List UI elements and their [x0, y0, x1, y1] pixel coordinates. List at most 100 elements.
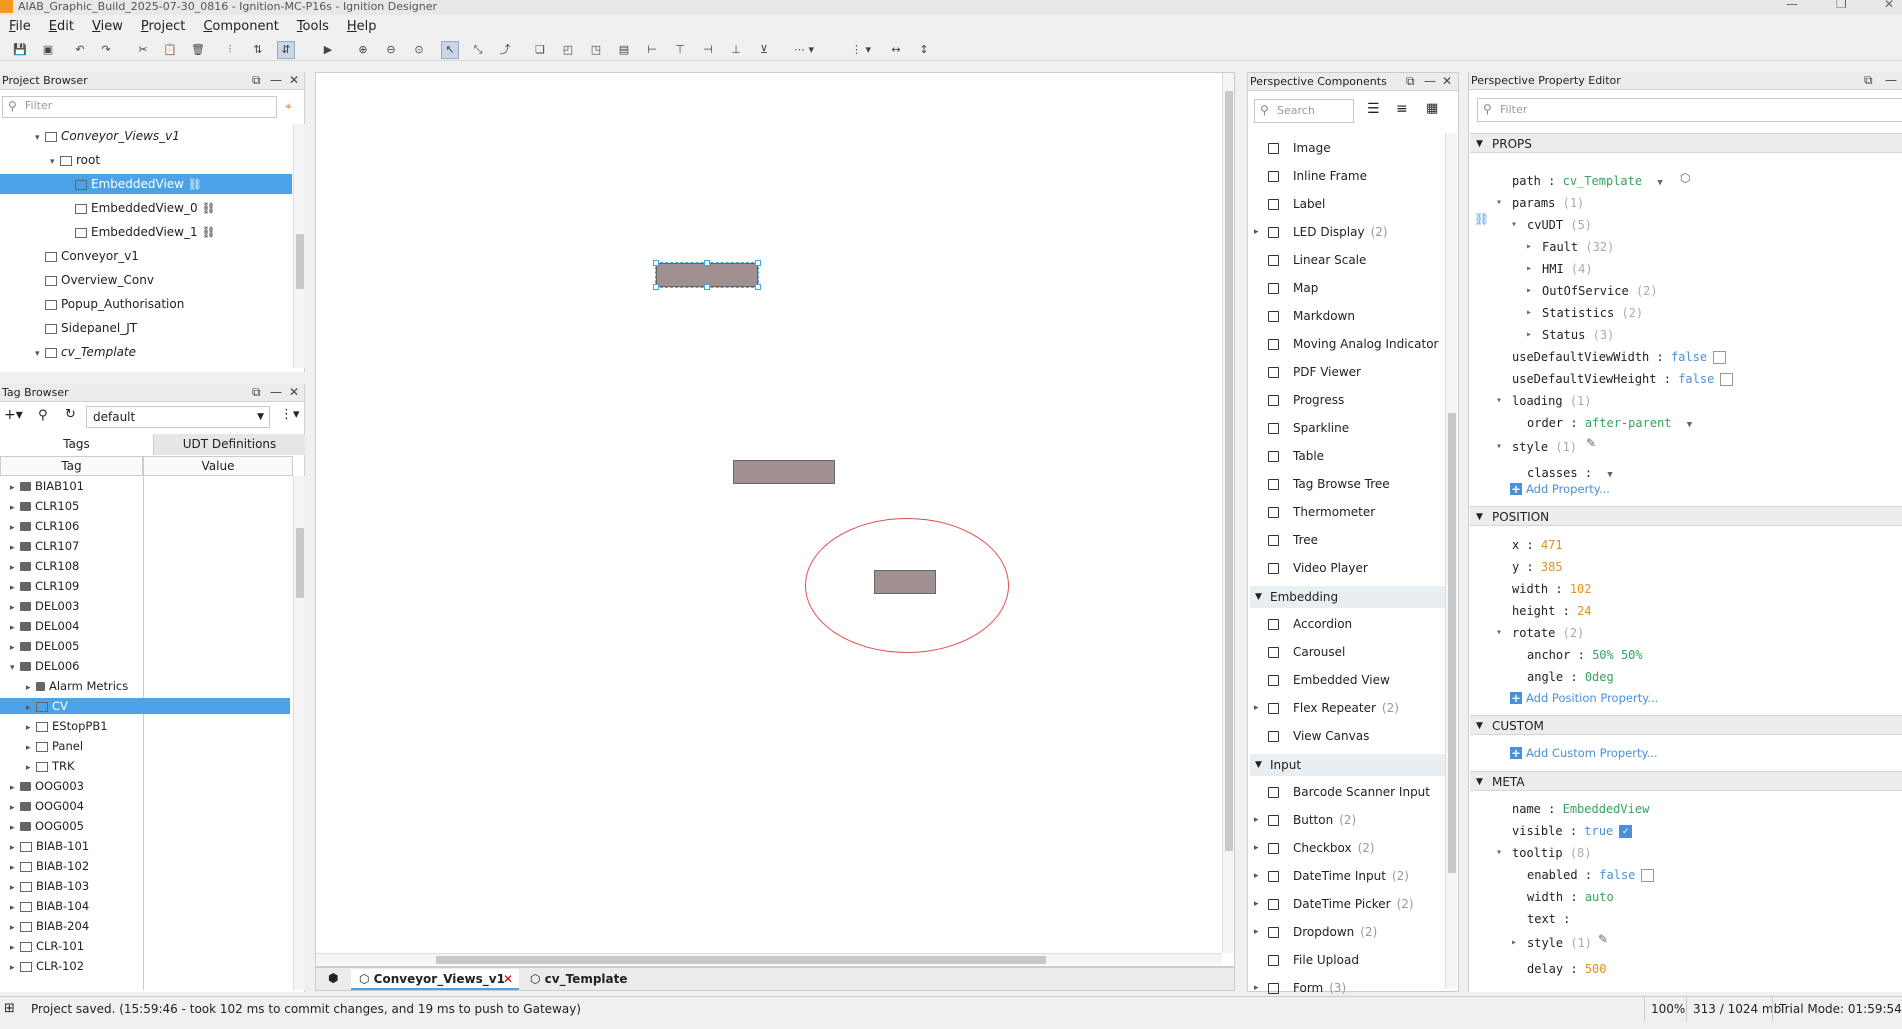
project-filter-input[interactable]: Filter — [2, 96, 277, 118]
chevron-right-icon[interactable]: ▸ — [10, 820, 20, 836]
align-bottom-icon[interactable]: ⊻ — [756, 42, 772, 58]
redo-icon[interactable]: ↷ — [98, 42, 114, 58]
tab-udt-definitions[interactable]: UDT Definitions — [153, 434, 305, 455]
component-search-input[interactable]: Search — [1254, 99, 1354, 123]
group-icon[interactable]: ▤ — [616, 42, 632, 58]
property-row[interactable]: path : cv_Template ▼ — [1512, 172, 1663, 190]
menu-help[interactable]: Help — [338, 19, 386, 34]
tag-row[interactable]: ▸ BIAB-101 — [0, 838, 290, 854]
component-item[interactable]: ▸ DateTime Picker (2) — [1250, 893, 1445, 916]
component-item[interactable]: Map — [1250, 277, 1445, 300]
property-row[interactable]: ▾ cvUDT (5) — [1511, 216, 1592, 234]
tag-row[interactable]: ▸ Panel — [0, 738, 290, 754]
chevron-down-icon[interactable]: ▾ — [35, 128, 45, 148]
component-item[interactable]: File Upload — [1250, 949, 1445, 972]
tag-row[interactable]: ▸ BIAB-104 — [0, 898, 290, 914]
project-tree-item[interactable]: Overview_Conv — [0, 270, 292, 290]
chevron-right-icon[interactable]: ▸ — [10, 780, 20, 796]
add-property-link[interactable]: Add Property... — [1510, 482, 1610, 496]
property-value[interactable]: cv_Template — [1563, 174, 1642, 188]
tag-row[interactable]: ▸ CLR108 — [0, 558, 290, 574]
property-row[interactable]: text : — [1527, 910, 1570, 928]
component-item[interactable]: Table — [1250, 445, 1445, 468]
chevron-right-icon[interactable]: ▸ — [10, 860, 20, 876]
property-row[interactable]: height : 24 — [1512, 602, 1592, 620]
section-custom[interactable]: ▼ CUSTOM — [1470, 715, 1902, 735]
add-custom-property-link[interactable]: Add Custom Property... — [1510, 746, 1658, 760]
component-item[interactable]: Progress — [1250, 389, 1445, 412]
property-value[interactable]: 471 — [1541, 538, 1563, 552]
chevron-right-icon[interactable]: ▸ — [10, 580, 20, 596]
cut-icon[interactable]: ✂ — [135, 42, 151, 58]
chevron-right-icon[interactable]: ▸ — [1526, 326, 1532, 344]
property-row[interactable]: ▸ Statistics (2) — [1526, 304, 1643, 322]
chevron-right-icon[interactable]: ▸ — [1511, 934, 1517, 952]
chevron-right-icon[interactable]: ▸ — [26, 740, 36, 756]
chevron-down-icon[interactable]: ▼ — [1687, 420, 1692, 430]
section-position[interactable]: ▼ POSITION — [1470, 506, 1902, 526]
delete-icon[interactable]: 🗑 — [190, 42, 206, 58]
grid-menu-icon[interactable]: ⊞ — [4, 997, 15, 1021]
property-row[interactable]: name : EmbeddedView — [1512, 800, 1649, 818]
width-icon[interactable]: ↔ — [888, 42, 904, 58]
layer-icon[interactable]: ❏ — [532, 42, 548, 58]
chevron-right-icon[interactable]: ▸ — [10, 520, 20, 536]
align-left-icon[interactable]: ⊢ — [644, 42, 660, 58]
float-icon[interactable]: ⧉ — [1864, 72, 1873, 89]
component-item[interactable]: Accordion — [1250, 613, 1445, 636]
tag-row[interactable]: ▸ CLR107 — [0, 538, 290, 554]
component-item[interactable]: ▸ LED Display (2) — [1250, 221, 1445, 244]
save-all-icon[interactable]: ▣ — [40, 42, 56, 58]
property-row[interactable]: useDefaultViewHeight : false — [1512, 370, 1734, 388]
tag-scrollbar[interactable] — [293, 476, 305, 990]
component-item[interactable]: Video Player — [1250, 557, 1445, 580]
menu-component[interactable]: Component — [194, 19, 287, 34]
property-value[interactable]: true — [1584, 824, 1613, 838]
chevron-right-icon[interactable]: ▸ — [26, 760, 36, 776]
property-value[interactable]: after-parent — [1585, 416, 1672, 430]
checkbox[interactable]: ✓ — [1619, 825, 1633, 838]
chevron-right-icon[interactable]: ▸ — [26, 680, 36, 696]
chevron-down-icon[interactable]: ▾ — [1511, 216, 1517, 234]
zoom-in-icon[interactable]: ⊕ — [355, 42, 371, 58]
property-row[interactable]: ▾ rotate (2) — [1496, 624, 1584, 642]
minimize-icon[interactable]: — — [1786, 0, 1798, 11]
property-value[interactable]: EmbeddedView — [1563, 802, 1650, 816]
tooltip-style-brush-icon[interactable]: ✎ — [1598, 932, 1608, 946]
tag-row[interactable]: ▸ BIAB-102 — [0, 858, 290, 874]
distribute-h-icon[interactable]: ⋯ ▾ — [784, 42, 824, 58]
play-icon[interactable]: ▶ — [320, 42, 336, 58]
close-panel-icon[interactable]: ✕ — [1442, 73, 1452, 90]
component-item[interactable]: Tag Browse Tree — [1250, 473, 1445, 496]
tag-row[interactable]: ▸ CLR105 — [0, 498, 290, 514]
chevron-right-icon[interactable]: ▸ — [10, 920, 20, 936]
component-item[interactable]: PDF Viewer — [1250, 361, 1445, 384]
paste-icon[interactable]: 📋 — [162, 42, 178, 58]
checkbox[interactable] — [1641, 869, 1655, 882]
property-row[interactable]: y : 385 — [1512, 558, 1563, 576]
embedded-view-selected[interactable] — [653, 260, 761, 290]
property-row[interactable]: angle : 0deg — [1527, 668, 1614, 686]
binding-link-icon[interactable]: ⛓ — [1474, 212, 1489, 226]
tag-row[interactable]: ▸ CLR109 — [0, 578, 290, 594]
project-tree-item[interactable]: EmbeddedView_1 ⛓ — [0, 222, 292, 242]
tag-row[interactable]: ▸ OOG003 — [0, 778, 290, 794]
canvas-v-scrollbar[interactable] — [1222, 73, 1234, 953]
send-back-icon[interactable]: ◳ — [588, 42, 604, 58]
chevron-right-icon[interactable]: ▸ — [1254, 921, 1259, 944]
close-panel-icon[interactable]: ✕ — [289, 72, 299, 89]
chevron-right-icon[interactable]: ▸ — [10, 620, 20, 636]
save-icon[interactable]: 💾 — [12, 42, 28, 58]
chevron-right-icon[interactable]: ▸ — [10, 560, 20, 576]
property-value[interactable]: 24 — [1577, 604, 1591, 618]
menu-project[interactable]: Project — [132, 19, 195, 34]
tab-tags[interactable]: Tags — [0, 434, 153, 455]
embedded-view-0[interactable] — [733, 460, 835, 484]
add-position-property-link[interactable]: Add Position Property... — [1510, 691, 1658, 705]
refresh-icon[interactable]: ↻ — [65, 407, 76, 422]
chevron-right-icon[interactable]: ▸ — [1254, 865, 1259, 888]
menu-edit[interactable]: Edit — [40, 19, 83, 34]
property-value[interactable]: 0deg — [1585, 670, 1614, 684]
component-item[interactable]: View Canvas — [1250, 725, 1445, 748]
chevron-right-icon[interactable]: ▸ — [1254, 221, 1259, 244]
